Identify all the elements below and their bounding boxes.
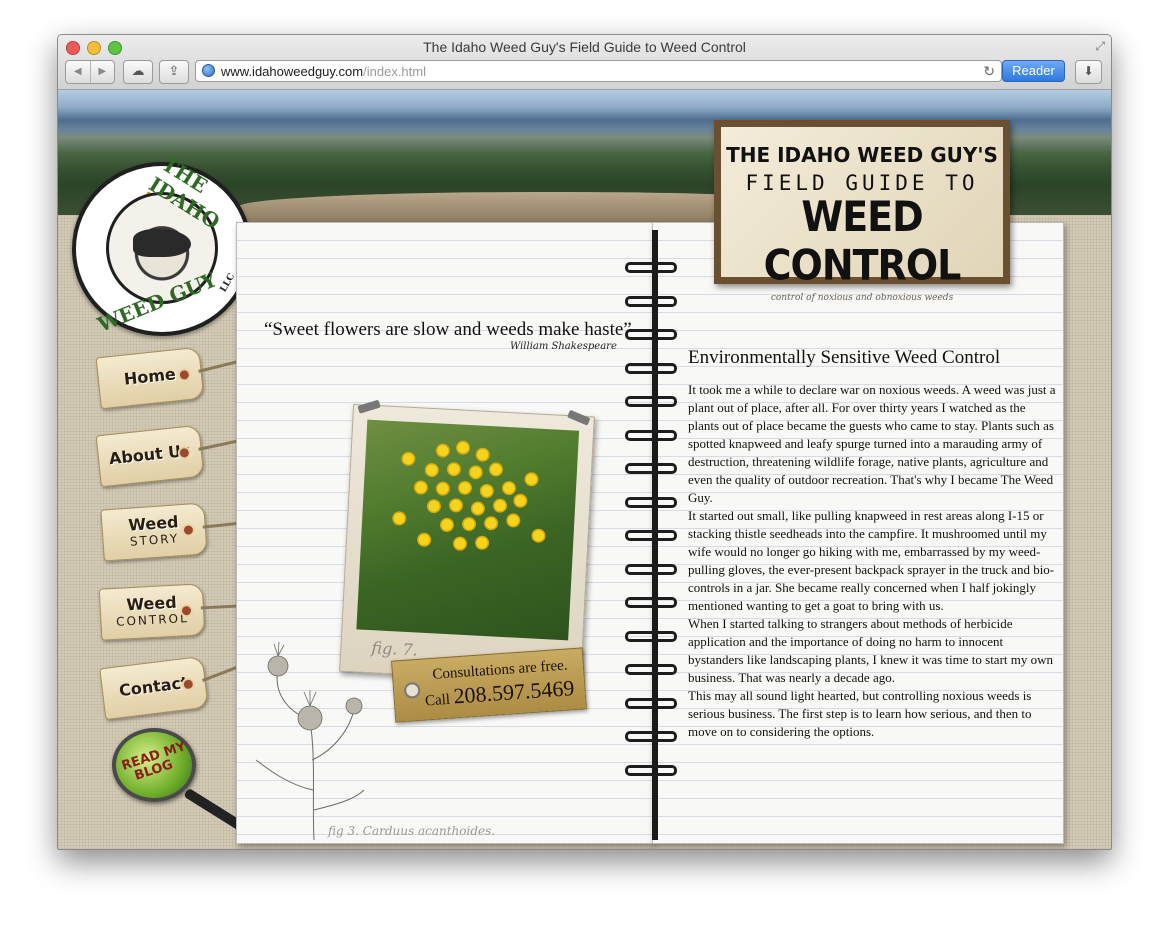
back-button[interactable]: ◀ bbox=[66, 61, 90, 83]
fullscreen-icon[interactable]: ⤢ bbox=[1095, 39, 1105, 54]
browser-toolbar: The Idaho Weed Guy's Field Guide to Weed… bbox=[58, 35, 1111, 90]
photo-fig-label: fig. 7. bbox=[370, 638, 419, 660]
tansy-flower bbox=[401, 451, 416, 467]
spiral-ring bbox=[625, 362, 677, 374]
tansy-flower bbox=[452, 536, 468, 551]
spiral-ring bbox=[625, 396, 677, 407]
web-page: ✿ THE IDAHO WEED GUY LLC Home About Us W… bbox=[58, 90, 1111, 849]
tansy-flower bbox=[457, 480, 473, 496]
article-title: Environmentally Sensitive Weed Control bbox=[688, 347, 1001, 368]
spiral-ring bbox=[625, 697, 677, 709]
nav-weed-control[interactable]: Weed CONTROL bbox=[98, 583, 261, 641]
site-title-sign: THE IDAHO WEED GUY'S FIELD GUIDE TO WEED… bbox=[714, 120, 1010, 303]
tansy-flower bbox=[461, 516, 477, 532]
reader-button[interactable]: Reader bbox=[1002, 60, 1065, 82]
tansy-flower bbox=[505, 513, 521, 528]
sign-line3: WEED CONTROL bbox=[763, 192, 962, 290]
spiral-ring bbox=[625, 530, 677, 541]
article-paragraph: When I started talking to strangers abou… bbox=[688, 616, 1054, 685]
tansy-flower bbox=[439, 517, 455, 533]
article-paragraph: It started out small, like pulling knapw… bbox=[688, 508, 1055, 613]
tansy-photo-card: fig. 7. bbox=[339, 399, 595, 685]
tansy-flower bbox=[435, 443, 451, 458]
browser-window: The Idaho Weed Guy's Field Guide to Weed… bbox=[57, 34, 1112, 850]
reload-icon[interactable]: ↻ bbox=[983, 61, 995, 82]
cloud-icon[interactable]: ☁ bbox=[123, 60, 153, 84]
tansy-flower bbox=[470, 501, 486, 516]
tansy-flower bbox=[424, 462, 440, 478]
tansy-flower bbox=[475, 447, 491, 463]
spiral-ring bbox=[625, 295, 677, 307]
read-my-blog-button[interactable]: READ MY BLOG bbox=[112, 728, 196, 802]
nav-about-us[interactable]: About Us bbox=[95, 424, 284, 488]
tansy-flower bbox=[488, 462, 504, 477]
article-paragraph: It took me a while to declare war on nox… bbox=[688, 382, 1056, 505]
nav-home[interactable]: Home bbox=[95, 346, 283, 410]
thistle-sketch-illustration bbox=[255, 641, 365, 840]
tansy-flower bbox=[524, 471, 539, 487]
spiral-ring bbox=[625, 664, 677, 675]
download-icon[interactable]: ⬇ bbox=[1075, 60, 1102, 84]
share-icon[interactable]: ⇪ bbox=[159, 60, 189, 84]
tansy-flower bbox=[416, 532, 432, 548]
article-paragraph: This may all sound light hearted, but co… bbox=[688, 688, 1032, 739]
shakespeare-quote: “Sweet flowers are slow and weeds make h… bbox=[264, 319, 632, 340]
url-host: www.idahoweedguy.com bbox=[221, 64, 364, 79]
spiral-ring bbox=[625, 429, 677, 441]
tansy-flower bbox=[448, 498, 464, 513]
tansy-flower bbox=[492, 498, 508, 514]
nav-contact[interactable]: Contact bbox=[99, 654, 269, 721]
tansy-photo bbox=[356, 419, 580, 641]
tansy-flower bbox=[455, 440, 471, 456]
logo-suffix: LLC bbox=[218, 271, 238, 295]
spiral-ring bbox=[625, 764, 677, 776]
site-logo[interactable]: ✿ THE IDAHO WEED GUY LLC bbox=[72, 152, 252, 337]
tansy-flower bbox=[413, 480, 429, 495]
flexed-arm-icon bbox=[133, 229, 191, 257]
spiral-ring bbox=[625, 463, 677, 474]
spiral-ring bbox=[625, 262, 677, 273]
nav-weed-story[interactable]: Weed STORY bbox=[100, 502, 263, 562]
address-bar[interactable]: www.idahoweedguy.com/index.html ↻ bbox=[195, 60, 1002, 82]
tansy-flower bbox=[435, 481, 451, 497]
tansy-flower bbox=[474, 535, 490, 551]
tansy-flower bbox=[531, 528, 546, 544]
call-label: Call bbox=[424, 691, 451, 710]
url-text: www.idahoweedguy.com/index.html bbox=[221, 61, 426, 82]
tansy-flower bbox=[446, 461, 462, 477]
spiral-ring bbox=[625, 329, 677, 340]
spiral-ring bbox=[625, 563, 677, 575]
forward-button[interactable]: ▶ bbox=[89, 61, 115, 83]
article-body: It took me a while to declare war on nox… bbox=[688, 381, 1056, 741]
sketch-caption: fig 3. Carduus acanthoides. bbox=[328, 824, 496, 838]
tansy-flower bbox=[426, 498, 442, 514]
tansy-flower bbox=[512, 493, 528, 509]
tansy-flower bbox=[501, 480, 517, 496]
tansy-flower bbox=[468, 465, 484, 480]
spiral-ring bbox=[625, 731, 677, 742]
tansy-flower bbox=[479, 483, 495, 499]
window-title: The Idaho Weed Guy's Field Guide to Weed… bbox=[423, 39, 746, 55]
tansy-flower bbox=[483, 515, 499, 531]
sign-tagline: control of noxious and obnoxious weeds bbox=[770, 293, 954, 303]
sign-line1: THE IDAHO WEED GUY'S bbox=[726, 143, 998, 167]
spiral-ring bbox=[625, 630, 677, 642]
spiral-ring bbox=[625, 496, 677, 508]
sign-line2: FIELD GUIDE TO bbox=[745, 171, 979, 195]
quote-author: William Shakespeare bbox=[510, 341, 617, 352]
spiral-ring bbox=[625, 597, 677, 608]
tansy-flower bbox=[391, 511, 407, 526]
globe-icon bbox=[202, 64, 215, 77]
url-path: /index.html bbox=[363, 64, 426, 79]
history-buttons: ◀ ▶ bbox=[65, 60, 115, 84]
